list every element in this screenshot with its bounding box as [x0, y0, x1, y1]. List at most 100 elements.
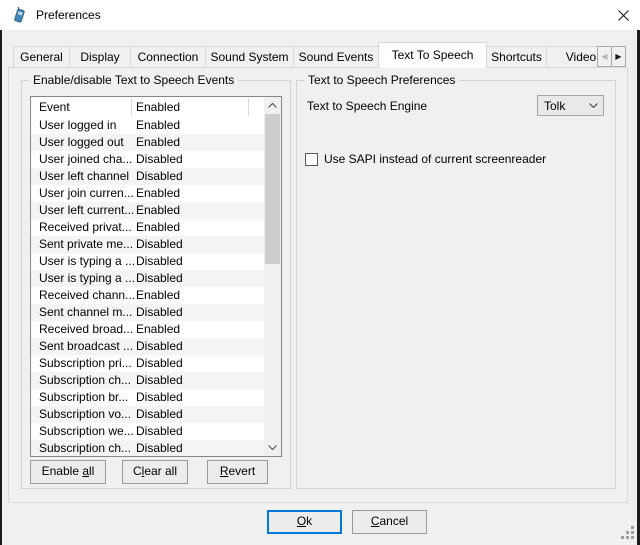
event-status: Enabled — [136, 321, 180, 338]
event-status: Disabled — [136, 270, 183, 287]
event-row[interactable]: Sent channel m...Disabled — [31, 304, 264, 321]
event-row[interactable]: Subscription ch...Disabled — [31, 372, 264, 389]
event-name: User is typing a ... — [39, 270, 136, 287]
event-status: Disabled — [136, 338, 183, 355]
event-row[interactable]: User joined cha...Disabled — [31, 151, 264, 168]
revert-button[interactable]: Revert — [207, 460, 268, 484]
tab-text-to-speech[interactable]: Text To Speech — [378, 42, 487, 68]
column-divider[interactable] — [248, 98, 249, 116]
use-sapi-label[interactable]: Use SAPI instead of current screenreader — [324, 152, 546, 166]
tts-engine-label: Text to Speech Engine — [307, 99, 427, 113]
event-status: Disabled — [136, 423, 183, 440]
event-list[interactable]: Event Enabled User logged inEnabledUser … — [30, 96, 282, 457]
tab-connection[interactable]: Connection — [130, 46, 206, 68]
event-row[interactable]: User join curren...Enabled — [31, 185, 264, 202]
event-row[interactable]: Subscription we...Disabled — [31, 423, 264, 440]
event-name: Subscription ch... — [39, 440, 136, 456]
event-row[interactable]: User left current...Enabled — [31, 202, 264, 219]
event-row[interactable]: User is typing a ...Disabled — [31, 253, 264, 270]
close-button[interactable] — [610, 5, 636, 26]
clear-all-button[interactable]: Clear all — [122, 460, 188, 484]
cancel-button[interactable]: Cancel — [352, 510, 427, 534]
event-status: Disabled — [136, 406, 183, 423]
event-name: User is typing a ... — [39, 253, 136, 270]
tab-display[interactable]: Display — [69, 46, 131, 68]
event-row[interactable]: Received chann...Enabled — [31, 287, 264, 304]
tab-strip: GeneralDisplayConnectionSound SystemSoun… — [13, 42, 598, 68]
column-divider[interactable] — [131, 98, 132, 116]
arrow-right-icon: ▶ — [615, 52, 621, 61]
column-header-enabled[interactable]: Enabled — [136, 97, 180, 117]
resize-grip[interactable] — [620, 525, 635, 540]
event-row[interactable]: Subscription vo...Disabled — [31, 406, 264, 423]
event-name: User left channel — [39, 168, 136, 185]
event-list-header: Event Enabled — [31, 97, 281, 117]
chevron-up-icon — [268, 103, 277, 108]
event-status: Enabled — [136, 202, 180, 219]
event-name: User logged out — [39, 134, 136, 151]
scroll-down-button[interactable] — [264, 439, 281, 456]
event-name: Received broad... — [39, 321, 136, 338]
event-status: Disabled — [136, 253, 183, 270]
event-status: Disabled — [136, 372, 183, 389]
use-sapi-checkbox[interactable] — [305, 153, 318, 166]
event-name: Subscription br... — [39, 389, 136, 406]
event-row[interactable]: Subscription br...Disabled — [31, 389, 264, 406]
event-status: Disabled — [136, 151, 183, 168]
tab-video[interactable]: Video — [546, 46, 598, 68]
tts-group-title: Text to Speech Preferences — [304, 73, 459, 87]
event-name: Received chann... — [39, 287, 136, 304]
event-status: Disabled — [136, 440, 183, 456]
event-row[interactable]: Received privat...Enabled — [31, 219, 264, 236]
event-row[interactable]: Received broad...Enabled — [31, 321, 264, 338]
event-name: User logged in — [39, 117, 136, 134]
events-group-title: Enable/disable Text to Speech Events — [29, 73, 238, 87]
event-row[interactable]: Subscription pri...Disabled — [31, 355, 264, 372]
tab-scroll-buttons: ◀ ▶ — [598, 46, 626, 67]
event-status: Enabled — [136, 185, 180, 202]
title-bar[interactable]: Preferences — [0, 0, 640, 30]
event-row[interactable]: User is typing a ...Disabled — [31, 270, 264, 287]
event-status: Disabled — [136, 304, 183, 321]
event-row[interactable]: User left channelDisabled — [31, 168, 264, 185]
event-name: Received privat... — [39, 219, 136, 236]
enable-all-button[interactable]: Enable all — [30, 460, 106, 484]
arrow-left-icon: ◀ — [601, 52, 607, 61]
event-row[interactable]: Sent private me...Disabled — [31, 236, 264, 253]
event-name: Subscription pri... — [39, 355, 136, 372]
event-status: Disabled — [136, 355, 183, 372]
event-name: User joined cha... — [39, 151, 136, 168]
event-name: Sent broadcast ... — [39, 338, 136, 355]
close-icon — [618, 10, 629, 21]
tab-scroll-right-button[interactable]: ▶ — [611, 46, 626, 67]
event-status: Enabled — [136, 117, 180, 134]
tab-general[interactable]: General — [13, 46, 70, 68]
scroll-up-button[interactable] — [264, 97, 281, 114]
event-row[interactable]: User logged inEnabled — [31, 117, 264, 134]
chevron-down-icon — [268, 445, 277, 450]
event-name: Subscription vo... — [39, 406, 136, 423]
preferences-dialog: Preferences GeneralDisplayConnectionSoun… — [0, 0, 640, 545]
event-row[interactable]: User logged outEnabled — [31, 134, 264, 151]
event-status: Disabled — [136, 168, 183, 185]
tab-shortcuts[interactable]: Shortcuts — [486, 46, 547, 68]
event-row[interactable]: Subscription ch...Disabled — [31, 440, 264, 456]
event-status: Enabled — [136, 134, 180, 151]
ok-button[interactable]: Ok — [267, 510, 342, 534]
window-title: Preferences — [36, 8, 101, 22]
event-name: Subscription we... — [39, 423, 136, 440]
tts-engine-value: Tolk — [538, 99, 589, 113]
vertical-scrollbar[interactable] — [264, 97, 281, 456]
tab-scroll-left-button[interactable]: ◀ — [597, 46, 612, 67]
tab-sound-events[interactable]: Sound Events — [293, 46, 379, 68]
scrollbar-thumb[interactable] — [265, 114, 280, 264]
tab-sound-system[interactable]: Sound System — [205, 46, 294, 68]
event-status: Disabled — [136, 389, 183, 406]
tts-engine-dropdown[interactable]: Tolk — [537, 95, 604, 116]
event-row[interactable]: Sent broadcast ...Disabled — [31, 338, 264, 355]
event-list-rows: User logged inEnabledUser logged outEnab… — [31, 117, 264, 456]
column-header-event[interactable]: Event — [39, 97, 70, 117]
event-name: Subscription ch... — [39, 372, 136, 389]
event-name: User join curren... — [39, 185, 136, 202]
event-status: Enabled — [136, 219, 180, 236]
